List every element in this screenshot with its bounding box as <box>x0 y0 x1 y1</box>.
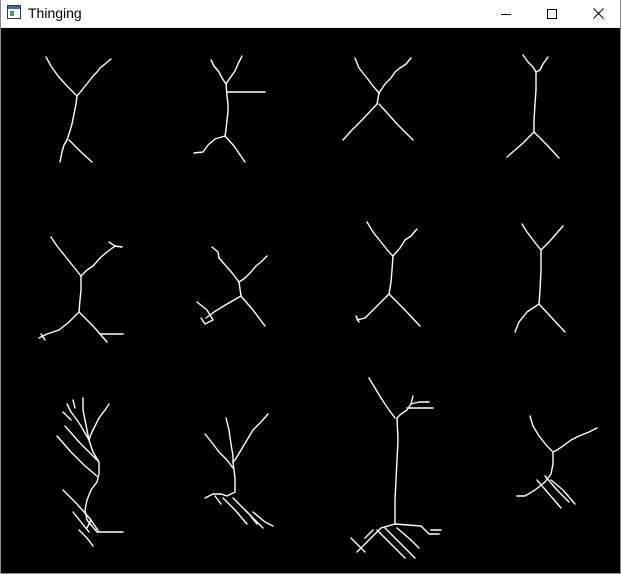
skeleton-figure-r3c4 <box>516 415 598 509</box>
skeleton-figure-r3c2 <box>204 413 274 529</box>
maximize-icon <box>547 8 557 19</box>
maximize-button[interactable] <box>529 0 575 27</box>
skeleton-figure-r2c4 <box>514 223 566 333</box>
skeleton-figure-r1c4 <box>506 54 560 159</box>
skeleton-figure-r2c2 <box>196 246 268 327</box>
skeleton-figure-r2c1 <box>38 236 124 343</box>
skeleton-figure-r3c3 <box>350 377 442 559</box>
skeleton-figure-r1c3 <box>342 57 414 141</box>
window-title: Thinging <box>28 5 82 21</box>
close-icon <box>592 8 604 19</box>
title-bar[interactable]: Thinging <box>1 0 620 28</box>
skeleton-figure-r1c1 <box>45 56 112 163</box>
minimize-button[interactable] <box>483 0 529 27</box>
minimize-icon <box>501 13 511 15</box>
image-canvas <box>1 28 620 573</box>
close-button[interactable] <box>575 0 621 27</box>
skeleton-figure-r2c3 <box>355 221 421 327</box>
skeleton-figure-r3c1 <box>56 397 124 547</box>
skeleton-figure-r1c2 <box>193 55 266 163</box>
app-window: Thinging <box>0 0 621 574</box>
app-window-icon[interactable] <box>7 5 21 19</box>
skeleton-image <box>38 54 598 559</box>
